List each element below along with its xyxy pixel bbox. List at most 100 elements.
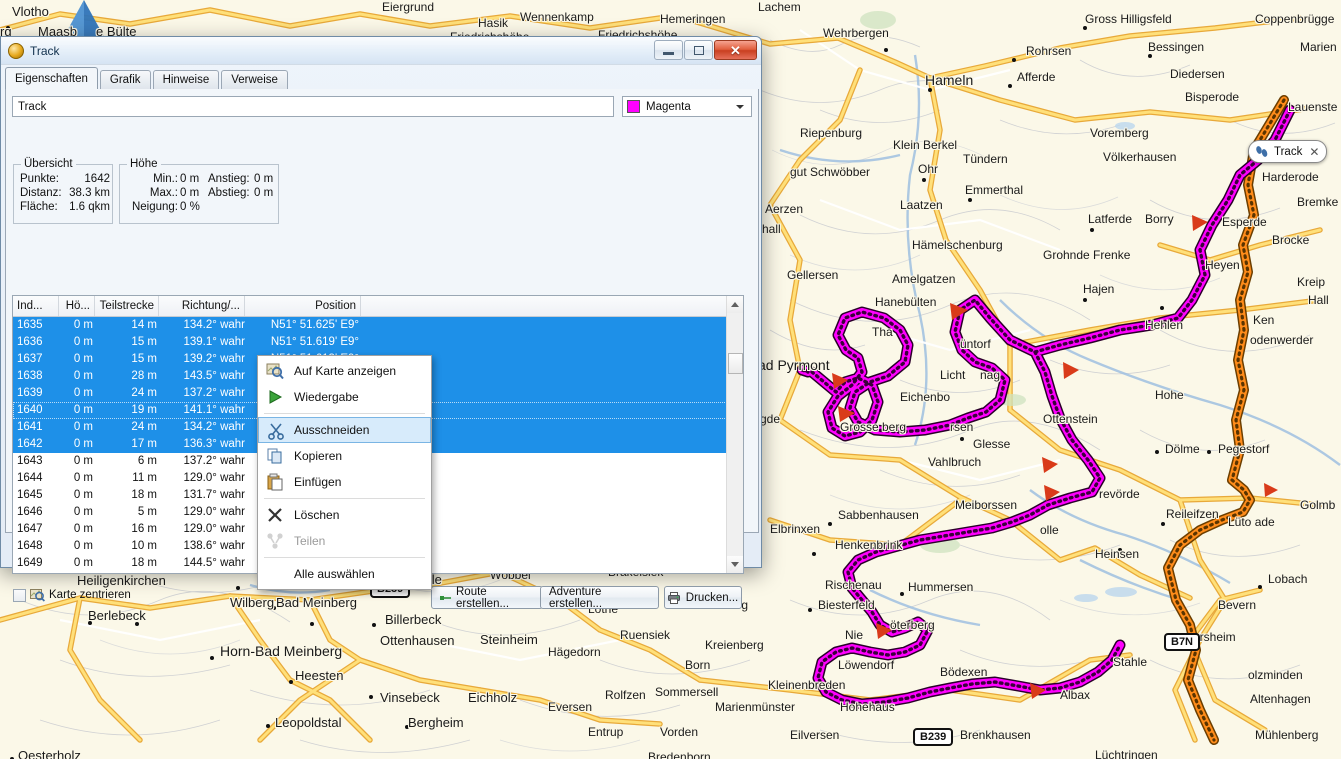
table-cell-hoehe: 0 m bbox=[73, 540, 93, 552]
table-cell-teilstrecke: 17 m bbox=[131, 438, 157, 450]
table-cell-hoehe: 0 m bbox=[73, 421, 93, 433]
magnifier-map-icon bbox=[266, 362, 284, 380]
menu-item-label: Auf Karte anzeigen bbox=[294, 364, 397, 378]
elev-value-min: 0 m bbox=[180, 173, 200, 185]
menu-item-wiedergabe[interactable]: Wiedergabe bbox=[258, 384, 431, 410]
center-map-checkbox-row[interactable]: Karte zentrieren bbox=[13, 588, 131, 602]
table-cell-index: 1639 bbox=[17, 387, 43, 399]
track-name-input[interactable]: Track bbox=[12, 96, 614, 117]
context-menu[interactable]: Auf Karte anzeigen Wiedergabe Ausschneiden… bbox=[257, 355, 432, 590]
table-header-row[interactable]: Ind... Hö... Teilstrecke Richtung/... Positi… bbox=[13, 296, 743, 317]
table-column-header-filler bbox=[361, 296, 727, 316]
map-dot bbox=[1155, 450, 1159, 454]
footprints-icon bbox=[1255, 145, 1269, 158]
tab-bar[interactable]: Eigenschaften Grafik Hinweise Verweise bbox=[5, 67, 290, 89]
tab-grafik[interactable]: Grafik bbox=[99, 70, 151, 89]
menu-item-löschen[interactable]: Löschen bbox=[258, 502, 431, 528]
map-track-callout[interactable]: Track ✕ bbox=[1248, 140, 1328, 163]
close-button[interactable]: ✕ bbox=[714, 40, 757, 60]
maximize-button[interactable] bbox=[684, 40, 713, 60]
table-cell-richtung: 143.5° wahr bbox=[183, 370, 246, 382]
table-cell-hoehe: 0 m bbox=[73, 387, 93, 399]
table-column-header[interactable]: Position bbox=[245, 296, 361, 316]
map-dot bbox=[808, 608, 812, 612]
scroll-down-button[interactable] bbox=[727, 556, 743, 573]
table-cell-richtung: 139.1° wahr bbox=[183, 336, 246, 348]
printer-icon bbox=[667, 591, 681, 604]
table-cell-position: N51° 51.619' E9° 29.369' bbox=[270, 336, 359, 363]
map-dot bbox=[812, 552, 816, 556]
create-adventure-button[interactable]: Adventure erstellen... bbox=[540, 586, 659, 610]
table-cell-teilstrecke: 18 m bbox=[131, 489, 157, 501]
x-delete-icon bbox=[266, 506, 284, 524]
close-icon: ✕ bbox=[730, 42, 741, 58]
table-cell-hoehe: 0 m bbox=[73, 319, 93, 331]
table-column-header[interactable]: Ind... bbox=[13, 296, 59, 316]
table-cell-index: 1645 bbox=[17, 489, 43, 501]
tab-label: Eigenschaften bbox=[15, 72, 88, 85]
route-icon bbox=[440, 593, 451, 602]
table-cell-teilstrecke: 18 m bbox=[131, 557, 157, 569]
table-cell-hoehe: 0 m bbox=[73, 438, 93, 450]
play-icon bbox=[266, 388, 284, 406]
table-column-header[interactable]: Hö... bbox=[59, 296, 95, 316]
name-color-row: Track Magenta bbox=[12, 96, 752, 117]
table-row[interactable]: 1635 0 m 14 m 134.2° wahr N51° 51.625' E9° 2… bbox=[13, 317, 743, 346]
table-cell-richtung: 134.2° wahr bbox=[183, 319, 246, 331]
print-button[interactable]: Drucken... bbox=[664, 586, 742, 609]
table-cell-richtung: 129.0° wahr bbox=[183, 506, 246, 518]
create-route-button[interactable]: Route erstellen... bbox=[431, 586, 543, 610]
map-dot bbox=[884, 48, 888, 52]
elev-label-anstieg: Anstieg: bbox=[208, 173, 250, 185]
minimize-button[interactable] bbox=[654, 40, 683, 60]
color-select[interactable]: Magenta bbox=[622, 96, 752, 117]
table-column-header[interactable]: Teilstrecke bbox=[95, 296, 159, 316]
close-icon[interactable]: ✕ bbox=[1309, 145, 1319, 159]
map-dot bbox=[1090, 228, 1094, 232]
menu-item-auf-karte-anzeigen[interactable]: Auf Karte anzeigen bbox=[258, 358, 431, 384]
table-row[interactable]: 1636 0 m 15 m 139.1° wahr N51° 51.619' E9° 2… bbox=[13, 334, 743, 363]
menu-item-ausschneiden[interactable]: Ausschneiden bbox=[258, 417, 431, 443]
overview-label-punkte: Punkte: bbox=[20, 173, 59, 185]
map-dot bbox=[1207, 450, 1211, 454]
table-cell-index: 1637 bbox=[17, 353, 43, 365]
map-dot bbox=[900, 592, 904, 596]
map-dot bbox=[372, 623, 376, 627]
scrollbar-thumb[interactable] bbox=[728, 353, 743, 374]
color-swatch bbox=[627, 100, 640, 113]
map-dot bbox=[6, 26, 10, 30]
map-road-shield: B239 bbox=[913, 728, 954, 747]
minimize-icon bbox=[663, 52, 674, 55]
table-cell-teilstrecke: 16 m bbox=[131, 523, 157, 535]
overview-group: Übersicht Punkte: 1642 Distanz: 38.3 km … bbox=[13, 158, 113, 224]
window-controls[interactable]: ✕ bbox=[654, 40, 757, 60]
scroll-up-button[interactable] bbox=[727, 296, 743, 313]
table-cell-teilstrecke: 15 m bbox=[131, 336, 157, 348]
table-cell-hoehe: 0 m bbox=[73, 455, 93, 467]
map-magnifier-icon bbox=[30, 588, 46, 602]
tab-hinweise[interactable]: Hinweise bbox=[152, 70, 220, 89]
table-cell-richtung: 137.2° wahr bbox=[183, 387, 246, 399]
table-column-header[interactable]: Richtung/... bbox=[159, 296, 245, 316]
map-dot bbox=[266, 724, 270, 728]
color-value: Magenta bbox=[646, 100, 691, 113]
dialog-title: Track bbox=[30, 43, 60, 58]
table-cell-index: 1641 bbox=[17, 421, 43, 433]
elev-value-max: 0 m bbox=[180, 187, 200, 199]
tab-verweise[interactable]: Verweise bbox=[221, 70, 288, 89]
menu-item-kopieren[interactable]: Kopieren bbox=[258, 443, 431, 469]
menu-item-alle-auswählen[interactable]: Alle auswählen bbox=[258, 561, 431, 587]
elev-label-abstieg: Abstieg: bbox=[208, 187, 250, 199]
tab-eigenschaften[interactable]: Eigenschaften bbox=[5, 67, 98, 89]
menu-item-einfügen[interactable]: Einfügen bbox=[258, 469, 431, 495]
split-icon bbox=[266, 532, 284, 550]
map-dot bbox=[1008, 84, 1012, 88]
dialog-titlebar[interactable]: Track ✕ bbox=[1, 37, 761, 65]
table-cell-index: 1643 bbox=[17, 455, 43, 467]
table-cell-hoehe: 0 m bbox=[73, 557, 93, 569]
vertical-scrollbar[interactable] bbox=[726, 296, 743, 573]
table-cell-hoehe: 0 m bbox=[73, 336, 93, 348]
table-cell-richtung: 136.3° wahr bbox=[183, 438, 246, 450]
center-map-checkbox[interactable] bbox=[13, 588, 26, 602]
track-properties-dialog[interactable]: Track ✕ Eigenschaften Grafik Hinweise Ve… bbox=[0, 36, 762, 610]
